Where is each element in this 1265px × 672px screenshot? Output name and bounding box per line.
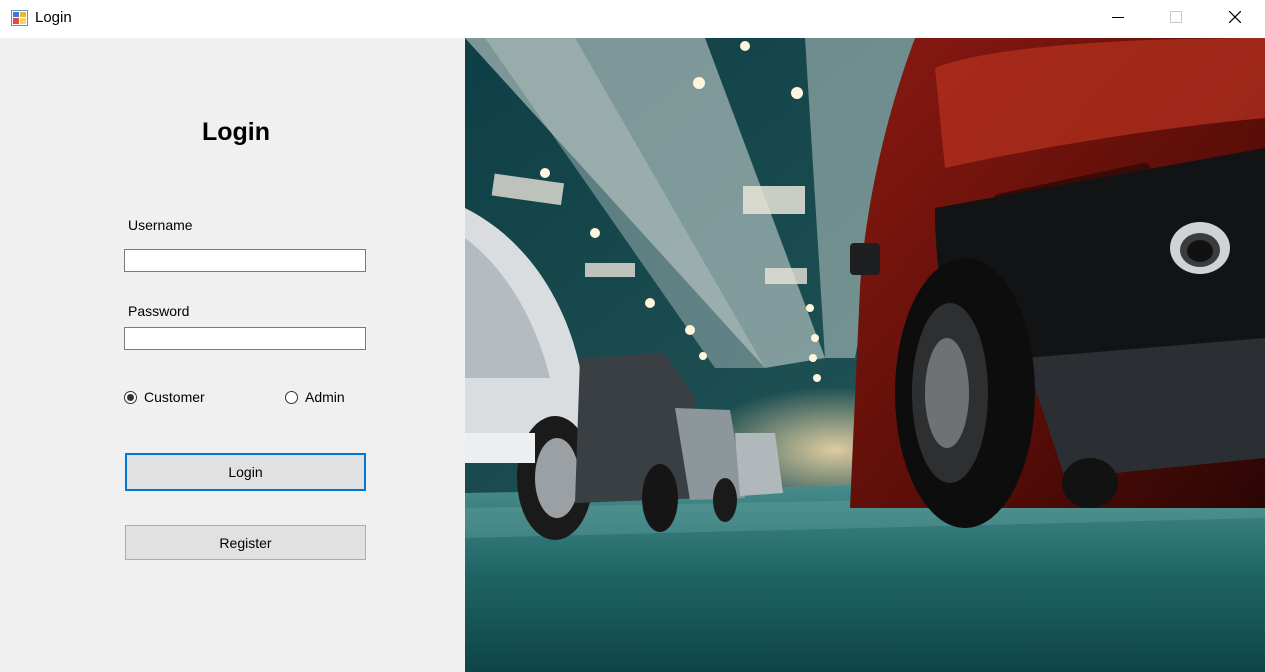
- admin-radio-label: Admin: [305, 389, 345, 405]
- login-form-panel: Login Username Password Customer Admin L…: [0, 38, 465, 672]
- login-window: Login Login Username Password Customer A…: [0, 0, 1265, 672]
- close-button[interactable]: [1206, 0, 1264, 38]
- password-label: Password: [128, 303, 190, 319]
- close-icon: [1228, 10, 1242, 28]
- login-button[interactable]: Login: [125, 453, 366, 491]
- radio-unselected-icon[interactable]: [285, 390, 298, 404]
- register-button[interactable]: Register: [125, 525, 366, 560]
- maximize-icon: [1170, 10, 1182, 28]
- title-bar[interactable]: Login: [0, 0, 1265, 38]
- radio-selected-icon[interactable]: [124, 390, 137, 404]
- window-title: Login: [35, 9, 72, 26]
- username-input[interactable]: [124, 249, 366, 272]
- admin-radio[interactable]: Admin: [285, 388, 345, 406]
- minimize-button[interactable]: [1089, 0, 1147, 38]
- car-showroom-image: [465, 38, 1265, 672]
- password-input[interactable]: [124, 327, 366, 350]
- app-icon: [11, 10, 28, 26]
- maximize-button[interactable]: [1147, 0, 1205, 38]
- customer-radio[interactable]: Customer: [124, 388, 205, 406]
- minimize-icon: [1112, 10, 1124, 28]
- username-label: Username: [128, 217, 193, 233]
- form-heading: Login: [201, 118, 271, 146]
- customer-radio-label: Customer: [144, 389, 205, 405]
- car-showroom-illustration: [465, 38, 1265, 672]
